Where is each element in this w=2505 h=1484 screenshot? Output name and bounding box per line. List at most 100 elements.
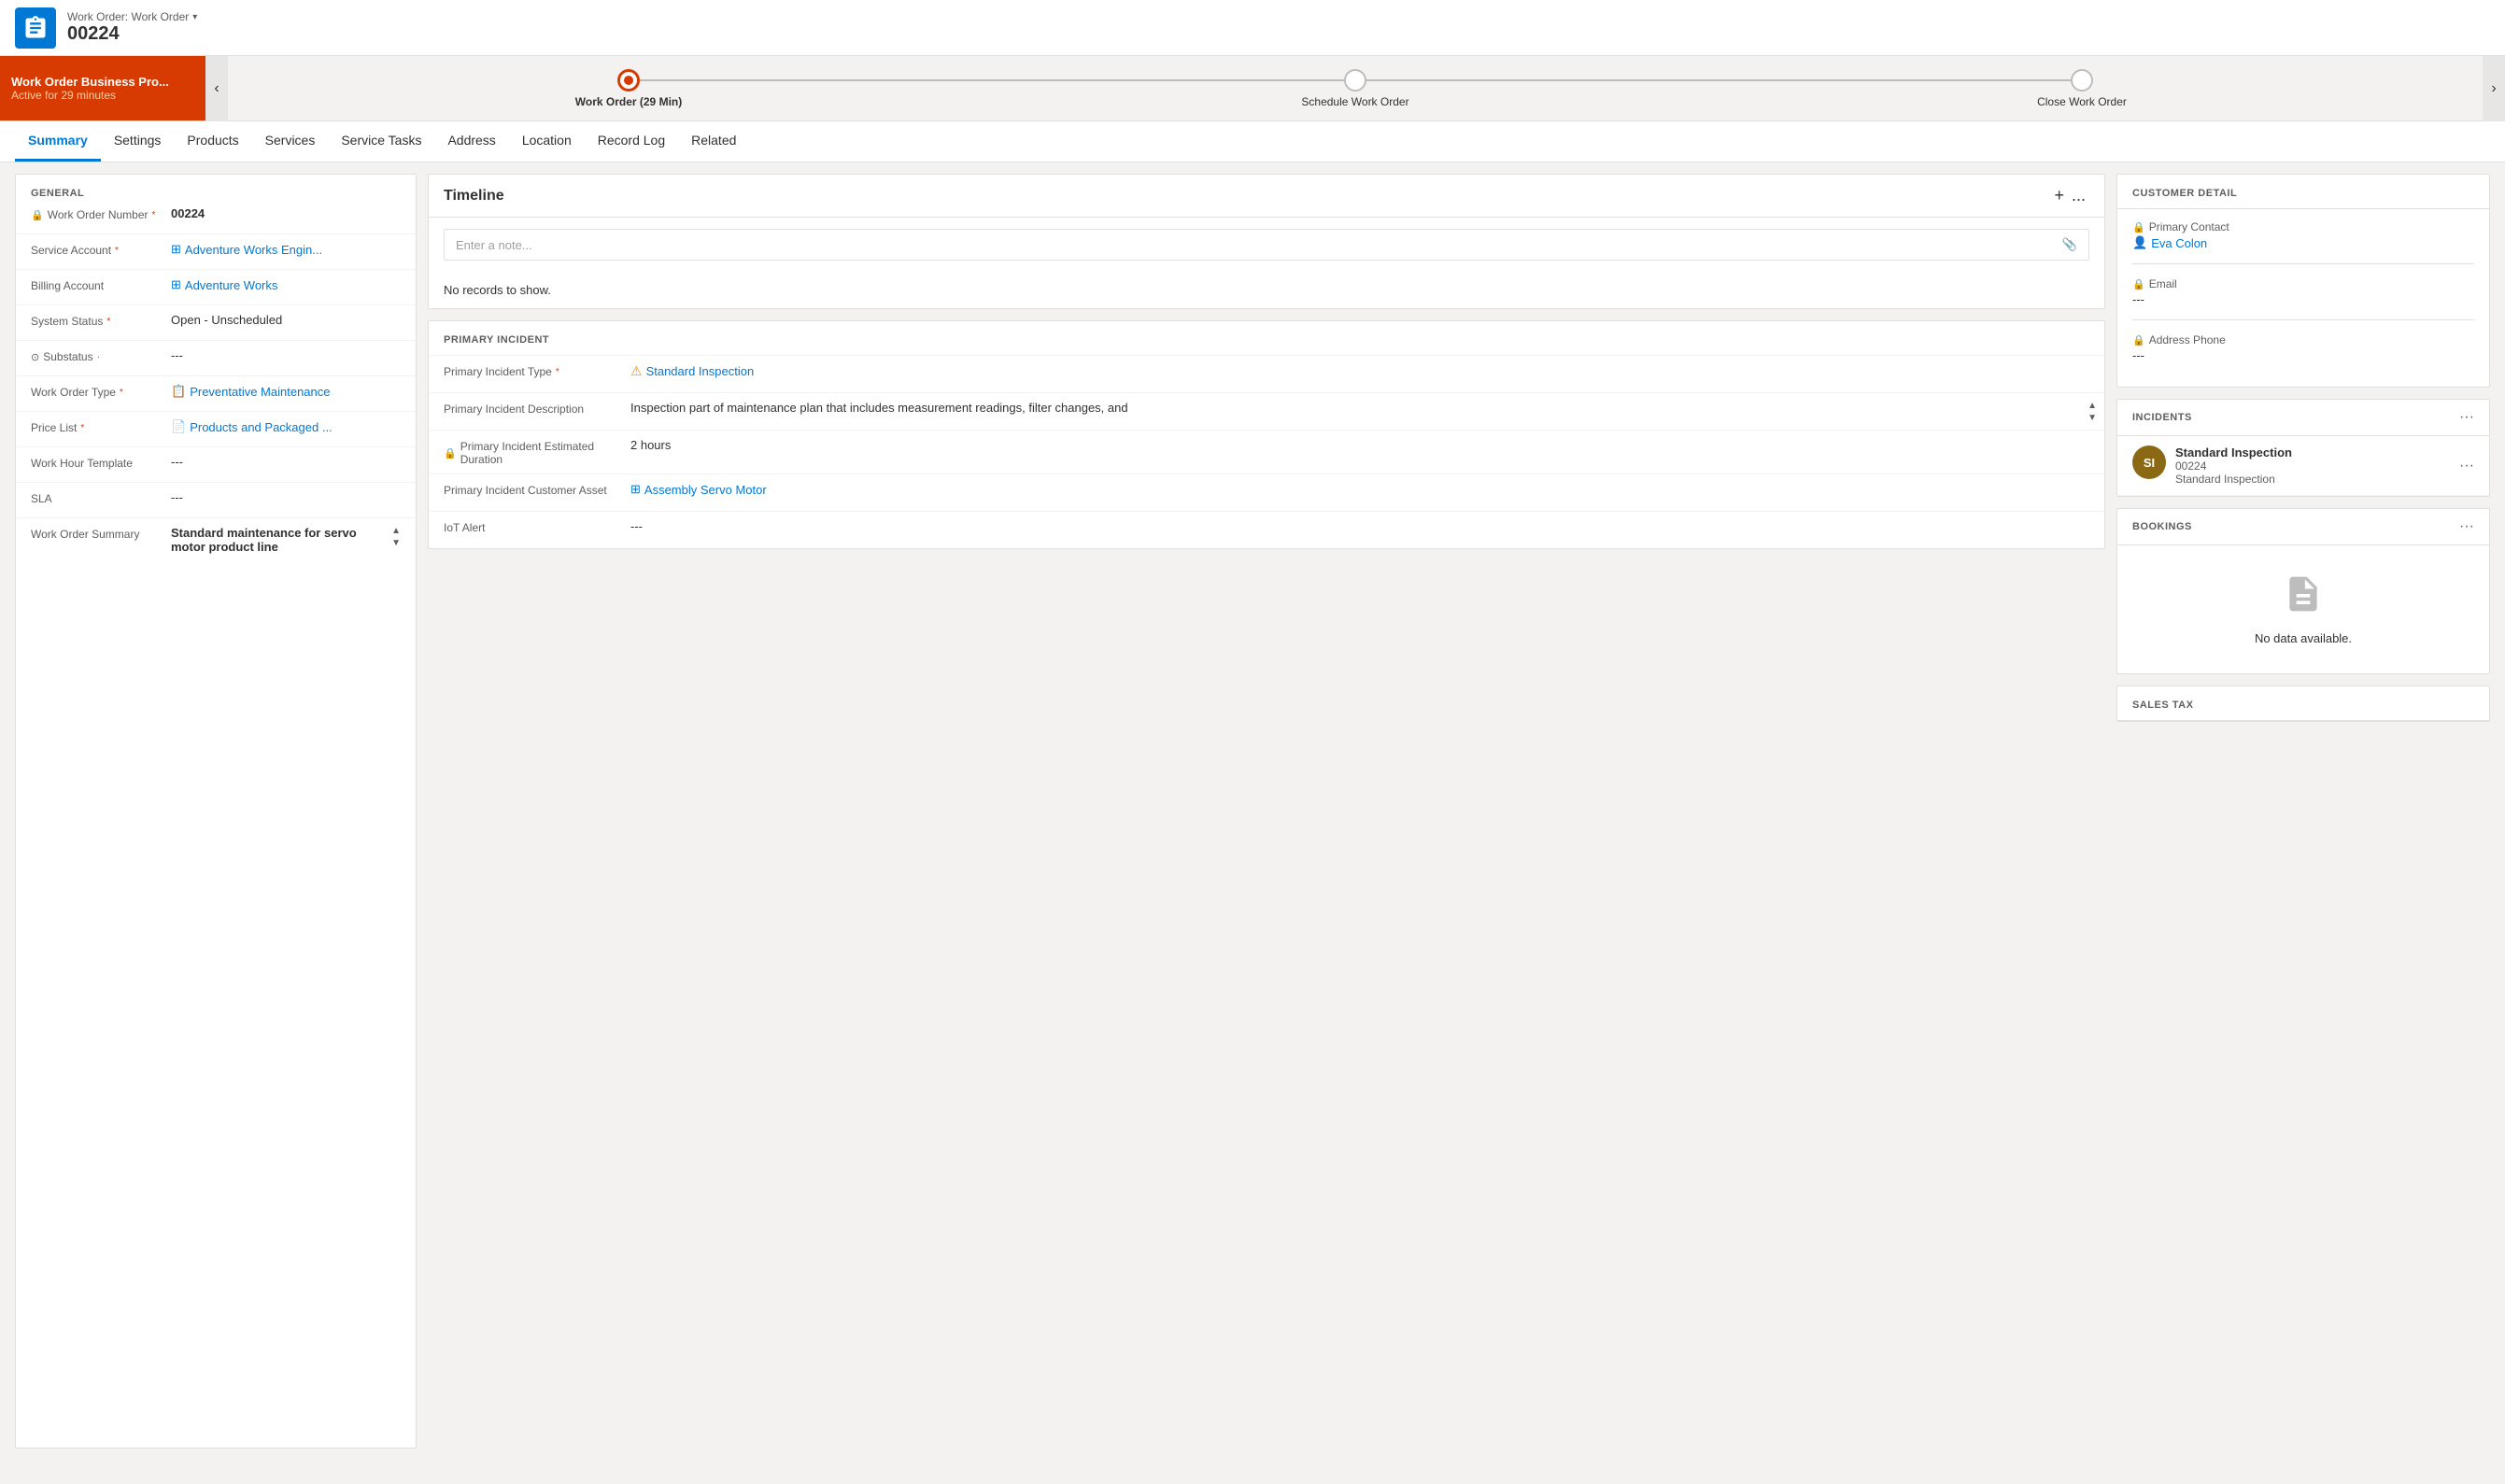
required-star: * xyxy=(152,210,156,220)
field-value-work-order-summary[interactable]: Standard maintenance for servo motor pro… xyxy=(171,526,401,554)
field-value-work-order-summary-area: Standard maintenance for servo motor pro… xyxy=(171,526,401,554)
scroll-down-icon[interactable]: ▼ xyxy=(391,538,401,548)
email-label: 🔒 Email xyxy=(2132,277,2474,290)
process-nav-right-button[interactable]: › xyxy=(2483,56,2505,121)
lock-icon: 🔒 xyxy=(31,209,44,221)
lock-icon-phone: 🔒 xyxy=(2132,334,2145,346)
summary-scroll-arrows: ▲ ▼ xyxy=(391,526,401,548)
service-account-entity-icon: ⊞ xyxy=(171,242,181,257)
step-circle-3 xyxy=(2071,69,2093,92)
field-value-work-order-type[interactable]: 📋 Preventative Maintenance xyxy=(171,384,401,399)
incident-list-item-1: SI Standard Inspection 00224 Standard In… xyxy=(2117,436,2489,496)
tab-products[interactable]: Products xyxy=(174,121,251,162)
primary-contact-label: 🔒 Primary Contact xyxy=(2132,220,2474,233)
field-value-sla[interactable]: --- xyxy=(171,490,401,504)
contact-entity-icon: 👤 xyxy=(2132,235,2147,250)
bookings-empty-text: No data available. xyxy=(2255,631,2352,645)
timeline-add-button[interactable]: + xyxy=(2050,186,2068,205)
sales-tax-title: SALES TAX xyxy=(2117,686,2489,721)
desc-scroll-down[interactable]: ▼ xyxy=(2088,413,2097,423)
field-value-price-list[interactable]: 📄 Products and Packaged ... xyxy=(171,419,401,434)
tab-summary[interactable]: Summary xyxy=(15,121,101,162)
incidents-more-button[interactable]: ··· xyxy=(2459,409,2474,426)
divider-email xyxy=(2132,319,2474,320)
breadcrumb-text: Work Order: Work Order xyxy=(67,10,189,23)
required-star-price: * xyxy=(80,423,84,433)
incident-id-1: 00224 xyxy=(2175,459,2450,473)
field-value-work-hour-template[interactable]: --- xyxy=(171,455,401,469)
desc-scroll-up[interactable]: ▲ xyxy=(2088,401,2097,411)
general-card: GENERAL 🔒 Work Order Number * 00224 Serv… xyxy=(15,174,417,1449)
field-value-billing-account[interactable]: ⊞ Adventure Works xyxy=(171,277,401,292)
field-work-order-summary: Work Order Summary Standard maintenance … xyxy=(16,518,416,561)
incident-item-more-button-1[interactable]: ··· xyxy=(2459,458,2474,474)
field-system-status: System Status * Open - Unscheduled xyxy=(16,305,416,341)
main-content: GENERAL 🔒 Work Order Number * 00224 Serv… xyxy=(0,163,2505,1460)
process-step-1: Work Order (29 Min) xyxy=(265,69,992,108)
field-price-list: Price List * 📄 Products and Packaged ... xyxy=(16,412,416,447)
field-label-work-order-type: Work Order Type * xyxy=(31,384,171,399)
tab-service-tasks[interactable]: Service Tasks xyxy=(328,121,434,162)
incident-value-type[interactable]: ⚠ Standard Inspection xyxy=(630,363,2089,379)
incident-label-asset: Primary Incident Customer Asset xyxy=(444,482,630,497)
field-value-system-status[interactable]: Open - Unscheduled xyxy=(171,313,401,327)
address-phone-value[interactable]: --- xyxy=(2132,348,2474,362)
tab-settings[interactable]: Settings xyxy=(101,121,175,162)
field-value-work-order-number[interactable]: 00224 xyxy=(171,206,401,220)
field-label-work-order-summary: Work Order Summary xyxy=(31,526,171,541)
tab-location[interactable]: Location xyxy=(509,121,585,162)
field-value-service-account[interactable]: ⊞ Adventure Works Engin... xyxy=(171,242,401,257)
field-work-order-number: 🔒 Work Order Number * 00224 xyxy=(16,199,416,234)
scroll-up-icon[interactable]: ▲ xyxy=(391,526,401,536)
step-label-1: Work Order (29 Min) xyxy=(575,95,682,108)
billing-account-entity-icon: ⊞ xyxy=(171,277,181,292)
incident-value-duration[interactable]: 2 hours xyxy=(630,438,2089,452)
bookings-empty-area: No data available. xyxy=(2117,545,2489,673)
lock-icon-contact: 🔒 xyxy=(2132,221,2145,233)
required-star-sub: · xyxy=(97,352,100,362)
incident-info-1: Standard Inspection 00224 Standard Inspe… xyxy=(2175,445,2450,486)
field-work-order-type: Work Order Type * 📋 Preventative Mainten… xyxy=(16,376,416,412)
customer-detail-card: CUSTOMER DETAIL 🔒 Primary Contact 👤 Eva … xyxy=(2116,174,2490,388)
incident-name-1: Standard Inspection xyxy=(2175,445,2450,459)
field-incident-asset: Primary Incident Customer Asset ⊞ Assemb… xyxy=(429,473,2104,511)
process-step-2: Schedule Work Order xyxy=(992,69,1719,108)
customer-field-address-phone: 🔒 Address Phone --- xyxy=(2132,333,2474,362)
breadcrumb-dropdown-icon[interactable]: ▾ xyxy=(192,12,197,22)
timeline-note-area[interactable]: Enter a note... 📎 xyxy=(444,229,2089,261)
field-incident-type: Primary Incident Type * ⚠ Standard Inspe… xyxy=(429,355,2104,392)
breadcrumb[interactable]: Work Order: Work Order ▾ xyxy=(67,10,197,23)
bookings-card: BOOKINGS ··· No data available. xyxy=(2116,508,2490,674)
field-iot-alert: IoT Alert --- xyxy=(429,511,2104,548)
incident-label-type: Primary Incident Type * xyxy=(444,363,630,378)
attach-icon[interactable]: 📎 xyxy=(2062,237,2077,252)
step-line-1 xyxy=(629,79,1355,81)
app-icon xyxy=(15,7,56,49)
tab-services[interactable]: Services xyxy=(252,121,329,162)
incident-type-1: Standard Inspection xyxy=(2175,473,2450,486)
incident-value-iot[interactable]: --- xyxy=(630,519,2089,533)
tab-record-log[interactable]: Record Log xyxy=(585,121,678,162)
email-value[interactable]: --- xyxy=(2132,292,2474,306)
customer-field-primary-contact: 🔒 Primary Contact 👤 Eva Colon xyxy=(2132,220,2474,250)
incident-avatar-1: SI xyxy=(2132,445,2166,479)
required-star-incident-type: * xyxy=(556,367,559,377)
customer-detail-title: CUSTOMER DETAIL xyxy=(2117,175,2489,209)
tab-address[interactable]: Address xyxy=(434,121,508,162)
incident-value-description[interactable]: Inspection part of maintenance plan that… xyxy=(630,401,2089,415)
field-substatus: ⊙ Substatus · --- xyxy=(16,341,416,376)
field-label-billing-account: Billing Account xyxy=(31,277,171,292)
tab-related[interactable]: Related xyxy=(678,121,749,162)
incident-value-asset[interactable]: ⊞ Assembly Servo Motor xyxy=(630,482,2089,497)
field-value-substatus[interactable]: --- xyxy=(171,348,401,362)
field-billing-account: Billing Account ⊞ Adventure Works xyxy=(16,270,416,305)
bookings-more-button[interactable]: ··· xyxy=(2459,518,2474,535)
primary-contact-value[interactable]: 👤 Eva Colon xyxy=(2132,235,2474,250)
timeline-more-button[interactable]: ... xyxy=(2068,186,2089,205)
field-work-hour-template: Work Hour Template --- xyxy=(16,447,416,483)
record-id: 00224 xyxy=(67,23,197,45)
desc-scroll-arrows: ▲ ▼ xyxy=(2088,401,2097,423)
timeline-title: Timeline xyxy=(444,188,2050,205)
field-sla: SLA --- xyxy=(16,483,416,518)
process-nav-left-button[interactable]: ‹ xyxy=(205,56,228,121)
